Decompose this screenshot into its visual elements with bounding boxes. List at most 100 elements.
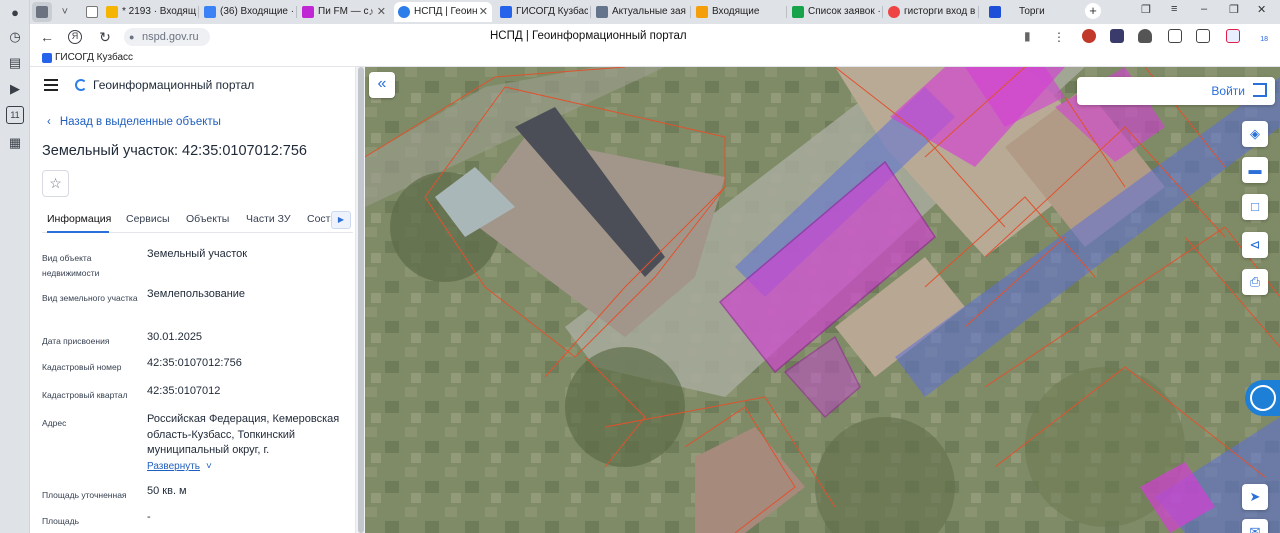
tab-label: ГИСОГД Кузбас (516, 6, 588, 17)
attribute-value: 42:35:0107012:756 (147, 357, 242, 369)
tabs-scroll-right-button[interactable]: ▶ (331, 211, 351, 229)
search-engine-icon (888, 6, 900, 18)
chevron-down-icon: ˅ (206, 461, 212, 472)
select-area-icon: □ (1251, 199, 1259, 214)
portal-logo-icon (75, 79, 87, 91)
tab-label: (36) Входящие · (220, 6, 294, 17)
page-icon (86, 6, 98, 18)
bookmarks-icon[interactable] (1196, 29, 1210, 43)
ruler-icon: ▬ (1248, 162, 1262, 177)
more-icon[interactable]: ⋮ (1050, 28, 1068, 46)
collapse-panel-button[interactable]: « (369, 72, 395, 98)
gis-icon (500, 6, 512, 18)
close-icon[interactable]: ✕ (479, 2, 488, 22)
attribute-value: 30.01.2025 (147, 331, 203, 343)
select-area-button[interactable]: □ (1242, 194, 1268, 220)
list-icon (792, 6, 804, 18)
bookmarks-bar: ГИСОГД Кузбасс (30, 50, 1280, 67)
expand-label: Развернуть (147, 461, 201, 472)
new-tab-button[interactable]: + (1085, 3, 1101, 19)
support-chat-button[interactable] (1245, 380, 1280, 416)
mail-icon (106, 6, 118, 18)
menu-icon[interactable]: ≡ (1171, 3, 1177, 15)
tab-services[interactable]: Сервисы (126, 213, 170, 225)
feedback-button[interactable]: ✉ (1242, 519, 1268, 533)
minimize-icon[interactable]: – (1201, 3, 1207, 15)
back-icon[interactable]: ← (38, 28, 56, 46)
bookmark-favicon-icon (42, 53, 52, 63)
tab-objects[interactable]: Объекты (186, 213, 229, 225)
address-value: Российская Федерация, Кемеровская област… (147, 413, 340, 456)
tab-item[interactable]: Торги (985, 2, 1077, 22)
mail-icon (204, 6, 216, 18)
double-chevron-left-icon: « (377, 75, 387, 92)
history-icon[interactable]: ◷ (6, 28, 24, 46)
attribute-label: Площадь уточненная (42, 490, 127, 500)
media-icon[interactable]: ▶ (6, 80, 24, 98)
tab-information[interactable]: Информация (47, 213, 111, 225)
profile-icon[interactable]: ● (6, 4, 24, 22)
close-window-icon[interactable]: ✕ (1257, 3, 1266, 16)
tab-item[interactable]: Список заявок · (788, 2, 880, 22)
attribute-label: Адрес (42, 418, 67, 428)
radio-icon (302, 6, 314, 18)
url-text: nspd.gov.ru (142, 31, 199, 43)
print-button[interactable]: ⎙ (1242, 269, 1268, 295)
layers-button[interactable]: ◈ (1242, 121, 1268, 147)
object-info-panel: Геоинформационный портал ‹ Назад в выделе… (30, 67, 355, 533)
tab-item[interactable]: ГИСОГД Кузбас (496, 2, 588, 22)
page-title: НСПД | Геоинформационный портал (490, 30, 687, 42)
bookmark-icon[interactable]: ▮ (1024, 29, 1031, 43)
puzzle-icon[interactable] (1168, 29, 1182, 43)
tab-item[interactable]: Входящие (692, 2, 784, 22)
object-title: Земельный участок: 42:35:0107012:756 (42, 143, 307, 159)
extension-icon[interactable] (1110, 29, 1124, 43)
reload-icon[interactable]: ↻ (96, 28, 114, 46)
panel-scrollbar[interactable] (355, 67, 365, 533)
attribute-value: - (147, 511, 151, 523)
satellite-imagery (365, 67, 1280, 533)
portal-icon (398, 6, 410, 18)
chevron-right-icon: ▶ (337, 215, 345, 224)
tab-active[interactable]: НСПД | Геоин ✕ (394, 2, 492, 22)
map-view[interactable]: « Войти ◈ ▬ □ ⊲ ⎙ ➤ ✉ (365, 67, 1280, 533)
navigate-icon: ➤ (1249, 489, 1261, 504)
back-to-selected-link[interactable]: ‹ Назад в выделенные объекты (47, 116, 221, 128)
tabs-icon[interactable]: ❐ (1141, 3, 1151, 16)
tab-label: Входящие (712, 6, 760, 17)
share-button[interactable]: ⊲ (1242, 232, 1268, 258)
extension-icon[interactable] (1138, 29, 1152, 43)
tab-blank[interactable] (82, 2, 100, 22)
tab-item[interactable]: (36) Входящие · (200, 2, 294, 22)
tab-item[interactable]: гисторги вход в (884, 2, 976, 22)
audio-icon (36, 6, 48, 18)
measure-button[interactable]: ▬ (1242, 157, 1268, 183)
url-field[interactable]: ● nspd.gov.ru (124, 28, 210, 46)
attribute-label: Кадастровый номер (42, 362, 122, 372)
close-icon[interactable]: ✕ (377, 2, 386, 22)
yandex-icon[interactable]: Я (68, 30, 82, 44)
pdf-icon[interactable] (1226, 29, 1240, 43)
tab-label: НСПД | Геоин (414, 6, 478, 17)
tab-item[interactable]: Актуальные зая (592, 2, 688, 22)
attribute-label: Вид земельного участка (42, 293, 138, 303)
hamburger-menu-icon[interactable] (44, 79, 58, 91)
auction-icon (989, 6, 1001, 18)
tab-item[interactable]: Пи FM — с ♪ ✕ (298, 2, 390, 22)
tab-land-parts[interactable]: Части ЗУ (246, 213, 291, 225)
scrollbar-thumb[interactable] (358, 67, 364, 533)
tab-pinned[interactable] (32, 2, 52, 22)
bookmark-gisogd[interactable]: ГИСОГД Кузбасс (42, 52, 133, 63)
restore-icon[interactable]: ❐ (1229, 3, 1239, 16)
favorite-star-button[interactable]: ☆ (42, 170, 69, 197)
geolocation-button[interactable]: ➤ (1242, 484, 1268, 510)
calendar-icon[interactable]: 11 (6, 106, 24, 124)
collections-icon[interactable]: ▦ (6, 134, 24, 152)
expand-address-link[interactable]: Развернуть ˅ (147, 461, 212, 472)
tab-list-button[interactable]: ˅ (54, 2, 72, 22)
notes-icon[interactable]: ▤ (6, 54, 24, 72)
download-icon[interactable]: 18 (1254, 29, 1268, 43)
extension-icon[interactable] (1082, 29, 1096, 43)
tab-item[interactable]: * 2193 · Входящ (102, 2, 196, 22)
login-button[interactable]: Войти (1077, 77, 1275, 105)
